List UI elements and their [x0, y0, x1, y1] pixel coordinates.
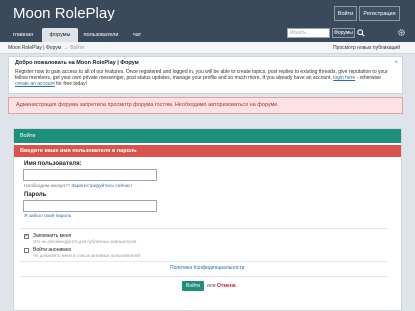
login-panel: Войти Введите ваше имя пользователя и па…: [13, 128, 402, 311]
login-button[interactable]: Войти: [334, 6, 357, 21]
welcome-text-part: - otherwise: [356, 75, 382, 82]
login-submit-button[interactable]: Войти: [182, 281, 204, 291]
breadcrumb-separator: →: [63, 45, 69, 51]
breadcrumb-current: Войти: [70, 45, 85, 51]
cancel-link[interactable]: Отмена: [217, 283, 236, 289]
welcome-text: Register now to gain access to all of ou…: [15, 69, 396, 88]
no-account-label: Необходим аккаунт?: [24, 184, 70, 189]
forgot-password-link[interactable]: Я забыл свой пароль: [24, 214, 71, 219]
divider: [19, 276, 387, 277]
welcome-title: Добро пожаловать на Moon RolePlay | Фору…: [15, 60, 139, 66]
anonymous-hint: Не добавлять меня в список активных поль…: [33, 253, 141, 258]
username-label: Имя пользователя:: [24, 161, 82, 167]
breadcrumb-root[interactable]: Moon RolePlay | Форум: [8, 45, 61, 51]
password-label: Пароль: [24, 192, 47, 198]
username-field[interactable]: [23, 169, 157, 181]
breadcrumb: Moon RolePlay | Форум → Войти: [8, 45, 84, 51]
register-button[interactable]: Регистрация: [359, 6, 400, 21]
no-account-text: Необходим аккаунт? Зарегистрируйтесь сей…: [24, 184, 132, 189]
tab-chat[interactable]: чат: [126, 28, 148, 42]
anonymous-checkbox[interactable]: [24, 248, 29, 253]
search-icon[interactable]: [357, 29, 365, 37]
error-message: Администрация форума запретила просмотр …: [8, 97, 403, 114]
search-input[interactable]: Искать...: [287, 28, 330, 38]
search-scope-button[interactable]: Форумы: [332, 28, 355, 38]
welcome-box: Добро пожаловать на Moon RolePlay | Фору…: [8, 56, 403, 94]
login-here-link[interactable]: login here: [333, 75, 355, 81]
tab-home[interactable]: главная: [8, 28, 38, 42]
register-now-link[interactable]: Зарегистрируйтесь сейчас!: [71, 184, 132, 189]
tab-forums[interactable]: форумы: [42, 28, 78, 42]
divider: [19, 228, 387, 229]
privacy-policy-link[interactable]: Политика Конфиденциальности: [170, 265, 244, 271]
site-title[interactable]: Moon RolePlay: [13, 5, 115, 22]
close-icon[interactable]: ×: [394, 60, 398, 66]
welcome-text-part: Register now to gain access to all of ou…: [15, 69, 388, 82]
password-field[interactable]: [23, 200, 157, 212]
or-text: или: [207, 283, 216, 289]
remember-me-hint: Это не рекомендуется для публичных компь…: [33, 239, 137, 244]
tab-members[interactable]: пользователи: [80, 28, 122, 42]
divider: [19, 261, 387, 262]
gear-icon[interactable]: [397, 28, 406, 37]
create-account-link[interactable]: create an account: [15, 81, 55, 87]
login-warning: Введите ваше имя пользователя и пароль: [14, 145, 401, 157]
new-posts-link[interactable]: Просмотр новых публикаций: [333, 45, 400, 51]
remember-me-checkbox[interactable]: [24, 233, 29, 239]
welcome-text-part: for free today!: [56, 81, 87, 88]
login-panel-header: Войти: [14, 129, 401, 143]
